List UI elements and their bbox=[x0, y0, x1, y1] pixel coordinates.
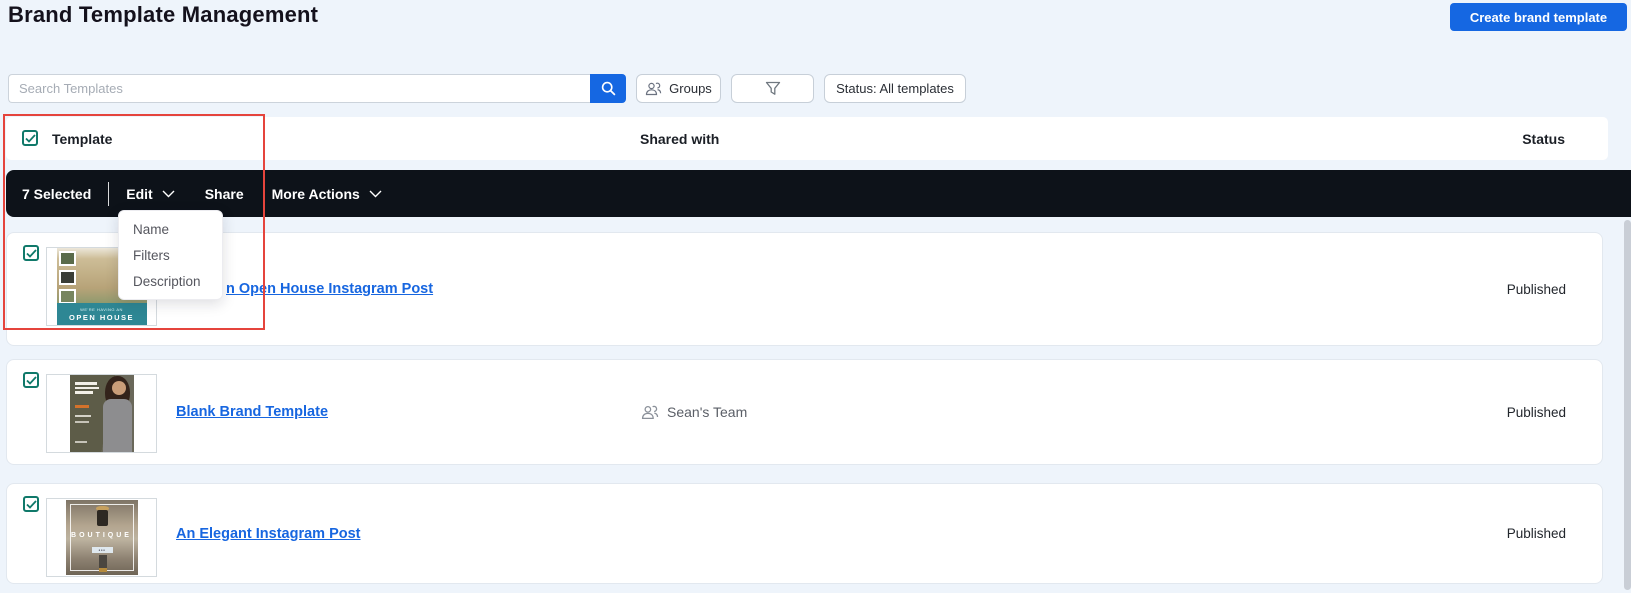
page-title: Brand Template Management bbox=[8, 2, 319, 27]
row-checkbox[interactable] bbox=[23, 245, 39, 261]
groups-button[interactable]: Groups bbox=[636, 74, 721, 103]
brand-template-management-page: Brand Template Management Create brand t… bbox=[0, 0, 1631, 593]
edit-menu-item-name[interactable]: Name bbox=[119, 216, 222, 242]
edit-menu-button[interactable]: Edit bbox=[126, 185, 175, 202]
shared-with-label: Sean's Team bbox=[667, 404, 748, 420]
chevron-down-icon bbox=[162, 190, 175, 198]
row-status: Published bbox=[1506, 404, 1566, 420]
share-button[interactable]: Share bbox=[205, 186, 244, 202]
row-shared-with: Sean's Team bbox=[641, 360, 747, 464]
checkmark-icon bbox=[25, 248, 37, 258]
more-actions-button-label: More Actions bbox=[271, 185, 360, 202]
template-thumbnail[interactable] bbox=[46, 374, 157, 453]
selected-count: 7 Selected bbox=[22, 185, 92, 202]
template-row: BOUTIQUE ●●● An Elegant Instagram Post P… bbox=[6, 483, 1603, 584]
column-header-shared-with: Shared with bbox=[640, 130, 720, 147]
boutique-thumbnail-art: BOUTIQUE ●●● bbox=[65, 500, 138, 575]
column-header-template: Template bbox=[52, 130, 113, 147]
table-header-row: Template Shared with Status bbox=[6, 117, 1608, 160]
more-actions-button[interactable]: More Actions bbox=[272, 186, 382, 202]
status-filter-label: Status: All templates bbox=[836, 81, 954, 96]
select-all-checkbox[interactable] bbox=[22, 130, 38, 146]
template-name-link[interactable]: An Elegant Instagram Post bbox=[176, 526, 361, 542]
scrollbar[interactable] bbox=[1624, 220, 1631, 590]
people-icon bbox=[641, 404, 659, 420]
funnel-icon bbox=[764, 80, 782, 97]
groups-button-label: Groups bbox=[669, 81, 712, 96]
column-header-status: Status bbox=[1522, 130, 1565, 147]
share-button-label: Share bbox=[204, 185, 244, 202]
edit-menu-button-label: Edit bbox=[126, 185, 153, 202]
search-button[interactable] bbox=[590, 74, 626, 103]
search-input[interactable] bbox=[8, 74, 590, 103]
status-filter-button[interactable]: Status: All templates bbox=[824, 74, 966, 103]
create-brand-template-button[interactable]: Create brand template bbox=[1450, 3, 1627, 31]
edit-menu-item-description[interactable]: Description bbox=[119, 268, 222, 294]
row-checkbox[interactable] bbox=[23, 496, 39, 512]
row-checkbox[interactable] bbox=[23, 372, 39, 388]
edit-dropdown-menu: Name Filters Description bbox=[118, 210, 223, 300]
edit-menu-item-filters[interactable]: Filters bbox=[119, 242, 222, 268]
checkmark-icon bbox=[24, 133, 36, 143]
magnifier-icon bbox=[600, 80, 617, 97]
row-status: Published bbox=[1506, 526, 1566, 541]
template-row: WE'RE HAVING AN OPEN HOUSE n Open House … bbox=[6, 232, 1603, 346]
checkmark-icon bbox=[25, 375, 37, 385]
action-bar-divider bbox=[108, 181, 110, 206]
template-row: Blank Brand Template Sean's Team Publish… bbox=[6, 359, 1603, 465]
people-icon bbox=[645, 81, 662, 96]
checkmark-icon bbox=[25, 499, 37, 509]
template-name-link[interactable]: Blank Brand Template bbox=[176, 404, 328, 420]
row-status: Published bbox=[1506, 281, 1566, 297]
filter-button[interactable] bbox=[731, 74, 814, 103]
template-name-link[interactable]: n Open House Instagram Post bbox=[226, 281, 433, 297]
bulk-action-bar: 7 Selected Edit Share More Actions bbox=[6, 170, 1631, 217]
toolbar: Groups Status: All templates bbox=[0, 74, 1631, 103]
blank-template-thumbnail-art bbox=[69, 375, 134, 452]
chevron-down-icon bbox=[369, 190, 382, 198]
template-thumbnail[interactable]: BOUTIQUE ●●● bbox=[46, 498, 157, 577]
